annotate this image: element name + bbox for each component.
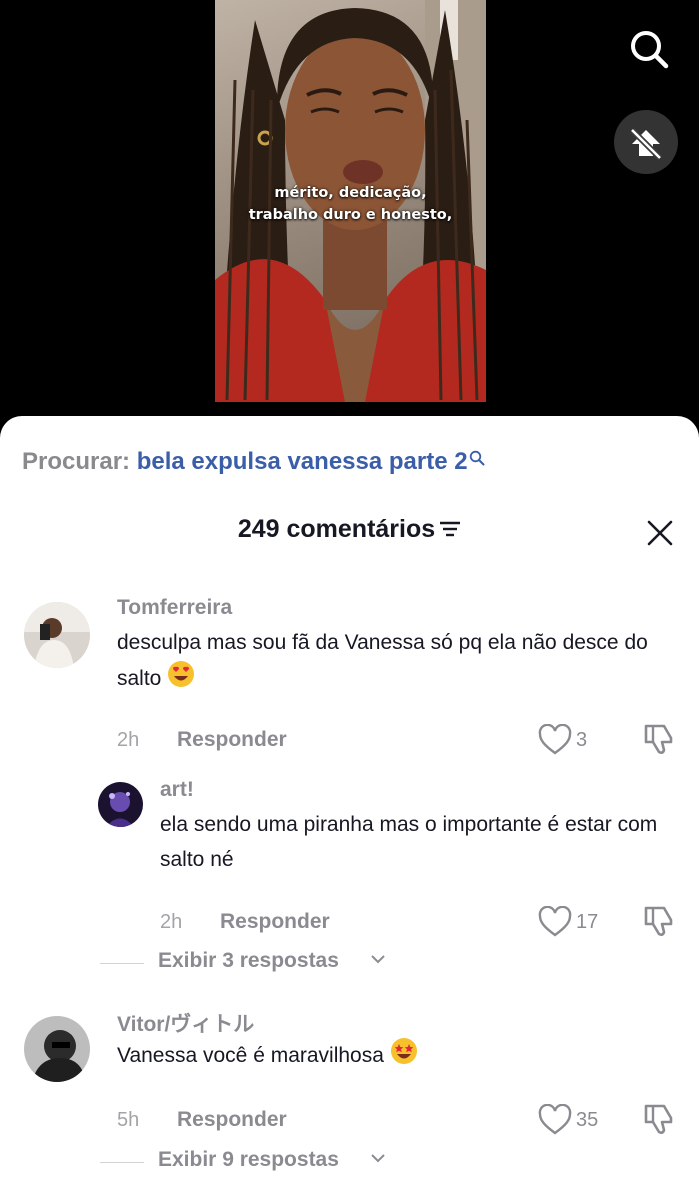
comment-text: desculpa mas sou fã da Vanessa só pq ela… (117, 625, 677, 699)
video-frame[interactable]: mérito, dedicação, trabalho duro e hones… (215, 0, 486, 402)
view-replies-label: Exibir 3 respostas (158, 949, 339, 972)
search-icon[interactable] (627, 27, 671, 71)
search-suggestion-label: Procurar: (22, 448, 131, 475)
chevron-down-icon (370, 1151, 386, 1169)
search-suggestion-query[interactable]: bela expulsa vanessa parte 2 (137, 448, 468, 475)
video-caption-line-2: trabalho duro e honesto, (248, 207, 453, 223)
comment-text-body: desculpa mas sou fã da Vanessa só pq ela… (117, 631, 648, 691)
comment-username[interactable]: art! (160, 778, 194, 802)
like-heart-icon[interactable] (538, 723, 572, 756)
view-replies-button[interactable]: Exibir 3 respostas (100, 949, 400, 979)
like-count: 35 (576, 1109, 599, 1131)
comment-timestamp: 5h (117, 1109, 140, 1131)
avatar[interactable] (24, 602, 90, 668)
heart-eyes-emoji (167, 660, 195, 699)
reply-button[interactable]: Responder (220, 910, 330, 934)
dislike-icon[interactable] (642, 722, 676, 756)
search-suggestion[interactable]: Procurar: bela expulsa vanessa parte 2 (22, 448, 485, 476)
comment-text: ela sendo uma piranha mas o importante é… (160, 813, 658, 871)
comment-timestamp: 2h (160, 911, 183, 933)
like-heart-icon[interactable] (538, 1103, 572, 1136)
reply-button[interactable]: Responder (177, 728, 287, 752)
like-count: 3 (576, 729, 588, 751)
comments-header: 249 comentários (0, 515, 699, 545)
divider (100, 963, 144, 964)
comment-text-body: Vanessa você é maravilhosa (117, 1044, 384, 1068)
comment-text: Vanessa você é maravilhosa (117, 1037, 677, 1076)
reply-button[interactable]: Responder (177, 1108, 287, 1132)
divider (100, 1162, 144, 1163)
star-struck-emoji (390, 1037, 418, 1076)
video-player[interactable]: mérito, dedicação, trabalho duro e hones… (0, 0, 699, 430)
not-interested-button[interactable] (614, 110, 678, 174)
not-interested-icon (629, 127, 663, 161)
dislike-icon[interactable] (642, 1102, 676, 1136)
comment-username[interactable]: Vitor/ヴィトル (117, 1008, 254, 1038)
comment-timestamp: 2h (117, 729, 140, 751)
search-icon (469, 445, 485, 473)
like-count: 17 (576, 911, 599, 933)
comments-count-title: 249 comentários (237, 515, 436, 543)
avatar[interactable] (98, 782, 143, 827)
comments-sheet: Procurar: bela expulsa vanessa parte 2 2… (0, 416, 699, 1200)
view-replies-button[interactable]: Exibir 9 respostas (100, 1148, 400, 1178)
chevron-down-icon (370, 952, 386, 970)
avatar[interactable] (24, 1016, 90, 1082)
dislike-icon[interactable] (642, 904, 676, 938)
sort-icon[interactable] (439, 516, 461, 545)
like-heart-icon[interactable] (538, 905, 572, 938)
comment-username[interactable]: Tomferreira (117, 596, 232, 620)
video-caption-line-1: mérito, dedicação, (274, 185, 427, 201)
view-replies-label: Exibir 9 respostas (158, 1148, 339, 1171)
close-icon[interactable] (645, 518, 675, 548)
